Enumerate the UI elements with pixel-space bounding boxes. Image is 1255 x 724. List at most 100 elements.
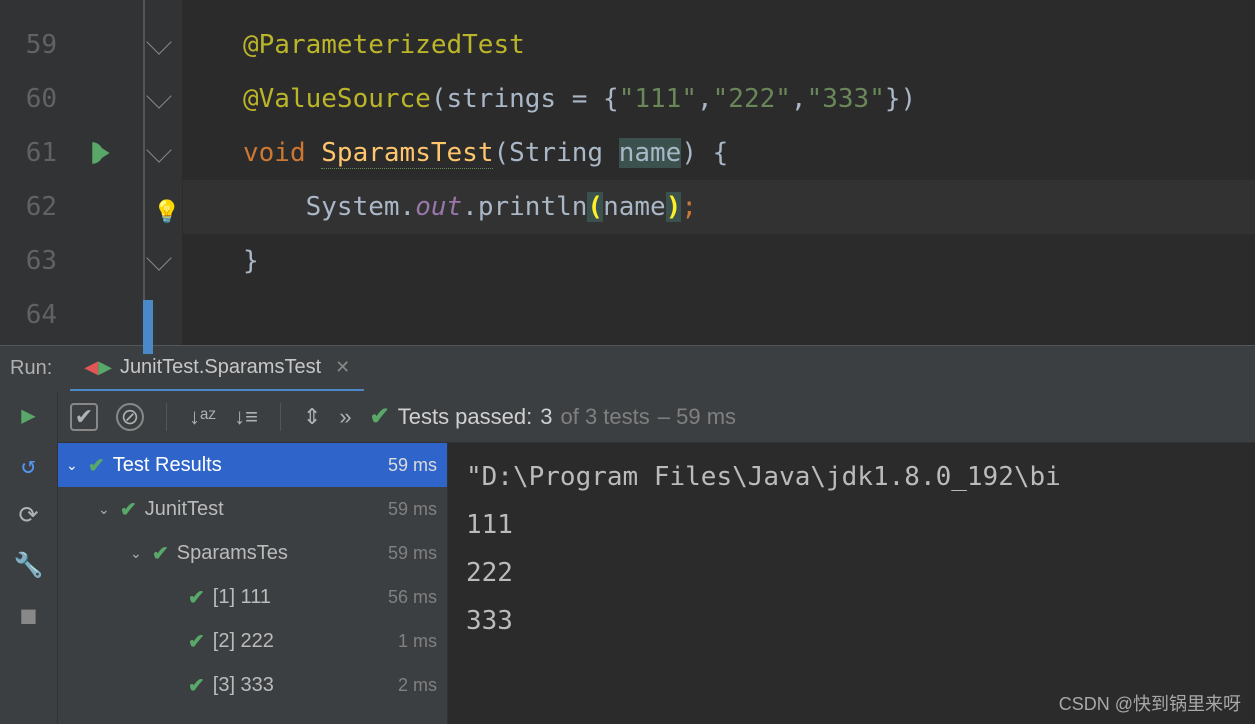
arg-name: strings — [447, 84, 557, 114]
code-line-current[interactable]: System.out.println(name); — [183, 180, 1255, 234]
class-token: System — [306, 192, 400, 222]
string-token: "333" — [807, 84, 885, 114]
console-output[interactable]: "D:\Program Files\Java\jdk1.8.0_192\bi 1… — [448, 443, 1255, 724]
test-node-time: 59 ms — [388, 499, 437, 520]
test-node-time: 1 ms — [398, 631, 437, 652]
passed-check-icon: ✔ — [370, 402, 390, 431]
test-tree-row[interactable]: ✔ [3] 3332 ms — [58, 663, 447, 707]
expand-chevron-icon[interactable]: ⌄ — [130, 545, 152, 562]
code-line[interactable]: @ValueSource(strings = {"111","222","333… — [183, 72, 1255, 126]
test-node-label: JunitTest — [145, 498, 388, 521]
annotation-token: @ParameterizedTest — [243, 30, 525, 60]
watermark: CSDN @快到锅里来呀 — [1059, 690, 1241, 716]
run-test-gutter-icon[interactable] — [89, 140, 115, 172]
test-node-label: [1] 111 — [213, 586, 388, 609]
test-node-time: 59 ms — [388, 455, 437, 476]
param-token: name — [619, 138, 682, 168]
code-area[interactable]: @ParameterizedTest @ValueSource(strings … — [183, 0, 1255, 345]
tests-toolbar: ✔ ⊘ ↓ᵃᶻ ↓≡ ⇕ » ✔ Tests passed: 3 of 3 te… — [58, 391, 1255, 443]
test-passed-check-icon: ✔ — [188, 629, 205, 654]
code-line[interactable]: } — [183, 234, 1255, 288]
method-name-token: SparamsTest — [321, 138, 493, 169]
fold-marker-icon[interactable] — [146, 29, 171, 54]
test-node-label: Test Results — [113, 454, 388, 477]
show-passed-icon[interactable]: ✔ — [70, 403, 98, 431]
fold-column: 💡 — [143, 0, 183, 345]
run-left-toolbar: ▶ ↺ ⟳ 🔧 ■ — [0, 391, 58, 724]
expand-chevron-icon[interactable]: ⌄ — [66, 457, 88, 474]
intention-bulb-icon[interactable]: 💡 — [153, 200, 180, 225]
test-config-icon: ◀▶ — [84, 357, 112, 378]
test-node-time: 56 ms — [388, 587, 437, 608]
fold-marker-icon[interactable] — [146, 137, 171, 162]
toggle-auto-test-icon[interactable]: ↺ — [21, 451, 35, 479]
test-passed-check-icon: ✔ — [88, 453, 105, 478]
field-token: out — [415, 192, 462, 222]
line-number: 64 — [0, 288, 57, 342]
test-node-label: [3] 333 — [213, 674, 398, 697]
line-number: 59 — [0, 18, 57, 72]
test-tree-row[interactable]: ✔ [2] 2221 ms — [58, 619, 447, 663]
caret-line-marker — [143, 300, 153, 354]
test-node-time: 2 ms — [398, 675, 437, 696]
run-right-side: ✔ ⊘ ↓ᵃᶻ ↓≡ ⇕ » ✔ Tests passed: 3 of 3 te… — [58, 391, 1255, 724]
test-passed-check-icon: ✔ — [152, 541, 169, 566]
matched-paren: ) — [666, 192, 682, 222]
annotation-token: @ValueSource — [243, 84, 431, 114]
test-tree-row[interactable]: ⌄✔ SparamsTes59 ms — [58, 531, 447, 575]
expand-all-icon[interactable]: ⇕ — [303, 404, 321, 430]
method-call-token: println — [478, 192, 588, 222]
settings-icon[interactable]: 🔧 — [14, 551, 44, 579]
string-token: "111" — [619, 84, 697, 114]
test-node-label: SparamsTes — [177, 542, 388, 565]
line-number: 60 — [0, 72, 57, 126]
code-line[interactable]: void SparamsTest(String name) { — [183, 126, 1255, 180]
rerun-icon[interactable]: ▶ — [21, 401, 35, 429]
run-label: Run: — [10, 357, 52, 380]
line-number: 62 — [0, 180, 57, 234]
results-row: ⌄✔Test Results59 ms⌄✔JunitTest59 ms⌄✔Spa… — [58, 443, 1255, 724]
tests-time: – 59 ms — [658, 404, 736, 430]
run-tool-window-header: Run: ◀▶ JunitTest.SparamsTest ✕ — [0, 345, 1255, 391]
test-passed-check-icon: ✔ — [188, 585, 205, 610]
test-passed-check-icon: ✔ — [120, 497, 137, 522]
line-number-gutter: 59 60 61 62 63 64 — [0, 0, 75, 345]
code-editor: 59 60 61 62 63 64 💡 @ParameterizedTest @… — [0, 0, 1255, 345]
test-tree-row[interactable]: ⌄✔ Test Results59 ms — [58, 443, 447, 487]
tests-passed-label: Tests passed: — [398, 404, 533, 430]
run-tab-title: JunitTest.SparamsTest — [120, 356, 321, 379]
tests-total: of 3 tests — [560, 404, 649, 430]
run-config-tab[interactable]: ◀▶ JunitTest.SparamsTest ✕ — [70, 346, 364, 392]
divider — [166, 403, 167, 431]
line-number: 61 — [0, 126, 57, 180]
gutter-icon-column — [75, 0, 143, 345]
line-number: 63 — [0, 234, 57, 288]
type-token: String — [509, 138, 603, 168]
keyword-token: void — [243, 138, 306, 168]
code-line[interactable]: @ParameterizedTest — [183, 18, 1255, 72]
stop-icon[interactable]: ■ — [21, 601, 35, 629]
test-node-label: [2] 222 — [213, 630, 398, 653]
code-line[interactable] — [183, 288, 1255, 342]
arg-token: name — [603, 192, 666, 222]
sort-duration-icon[interactable]: ↓≡ — [234, 404, 258, 430]
fold-marker-icon[interactable] — [146, 245, 171, 270]
test-tree-row[interactable]: ✔ [1] 11156 ms — [58, 575, 447, 619]
rerun-failed-icon[interactable]: ⟳ — [18, 501, 38, 529]
expand-chevron-icon[interactable]: ⌄ — [98, 501, 120, 518]
matched-paren: ( — [587, 192, 603, 222]
test-passed-check-icon: ✔ — [188, 673, 205, 698]
show-ignored-icon[interactable]: ⊘ — [116, 403, 144, 431]
more-icon[interactable]: » — [339, 404, 351, 430]
test-tree-row[interactable]: ⌄✔ JunitTest59 ms — [58, 487, 447, 531]
brace-token: } — [243, 246, 259, 276]
string-token: "222" — [713, 84, 791, 114]
close-tab-icon[interactable]: ✕ — [335, 357, 350, 378]
test-node-time: 59 ms — [388, 543, 437, 564]
tests-passed-count: 3 — [540, 404, 552, 430]
run-tool-window-body: ▶ ↺ ⟳ 🔧 ■ ✔ ⊘ ↓ᵃᶻ ↓≡ ⇕ » ✔ Tests passed:… — [0, 391, 1255, 724]
test-tree-panel[interactable]: ⌄✔Test Results59 ms⌄✔JunitTest59 ms⌄✔Spa… — [58, 443, 448, 724]
sort-icon[interactable]: ↓ᵃᶻ — [189, 404, 216, 430]
fold-marker-icon[interactable] — [146, 83, 171, 108]
test-summary: ✔ Tests passed: 3 of 3 tests – 59 ms — [370, 402, 736, 431]
